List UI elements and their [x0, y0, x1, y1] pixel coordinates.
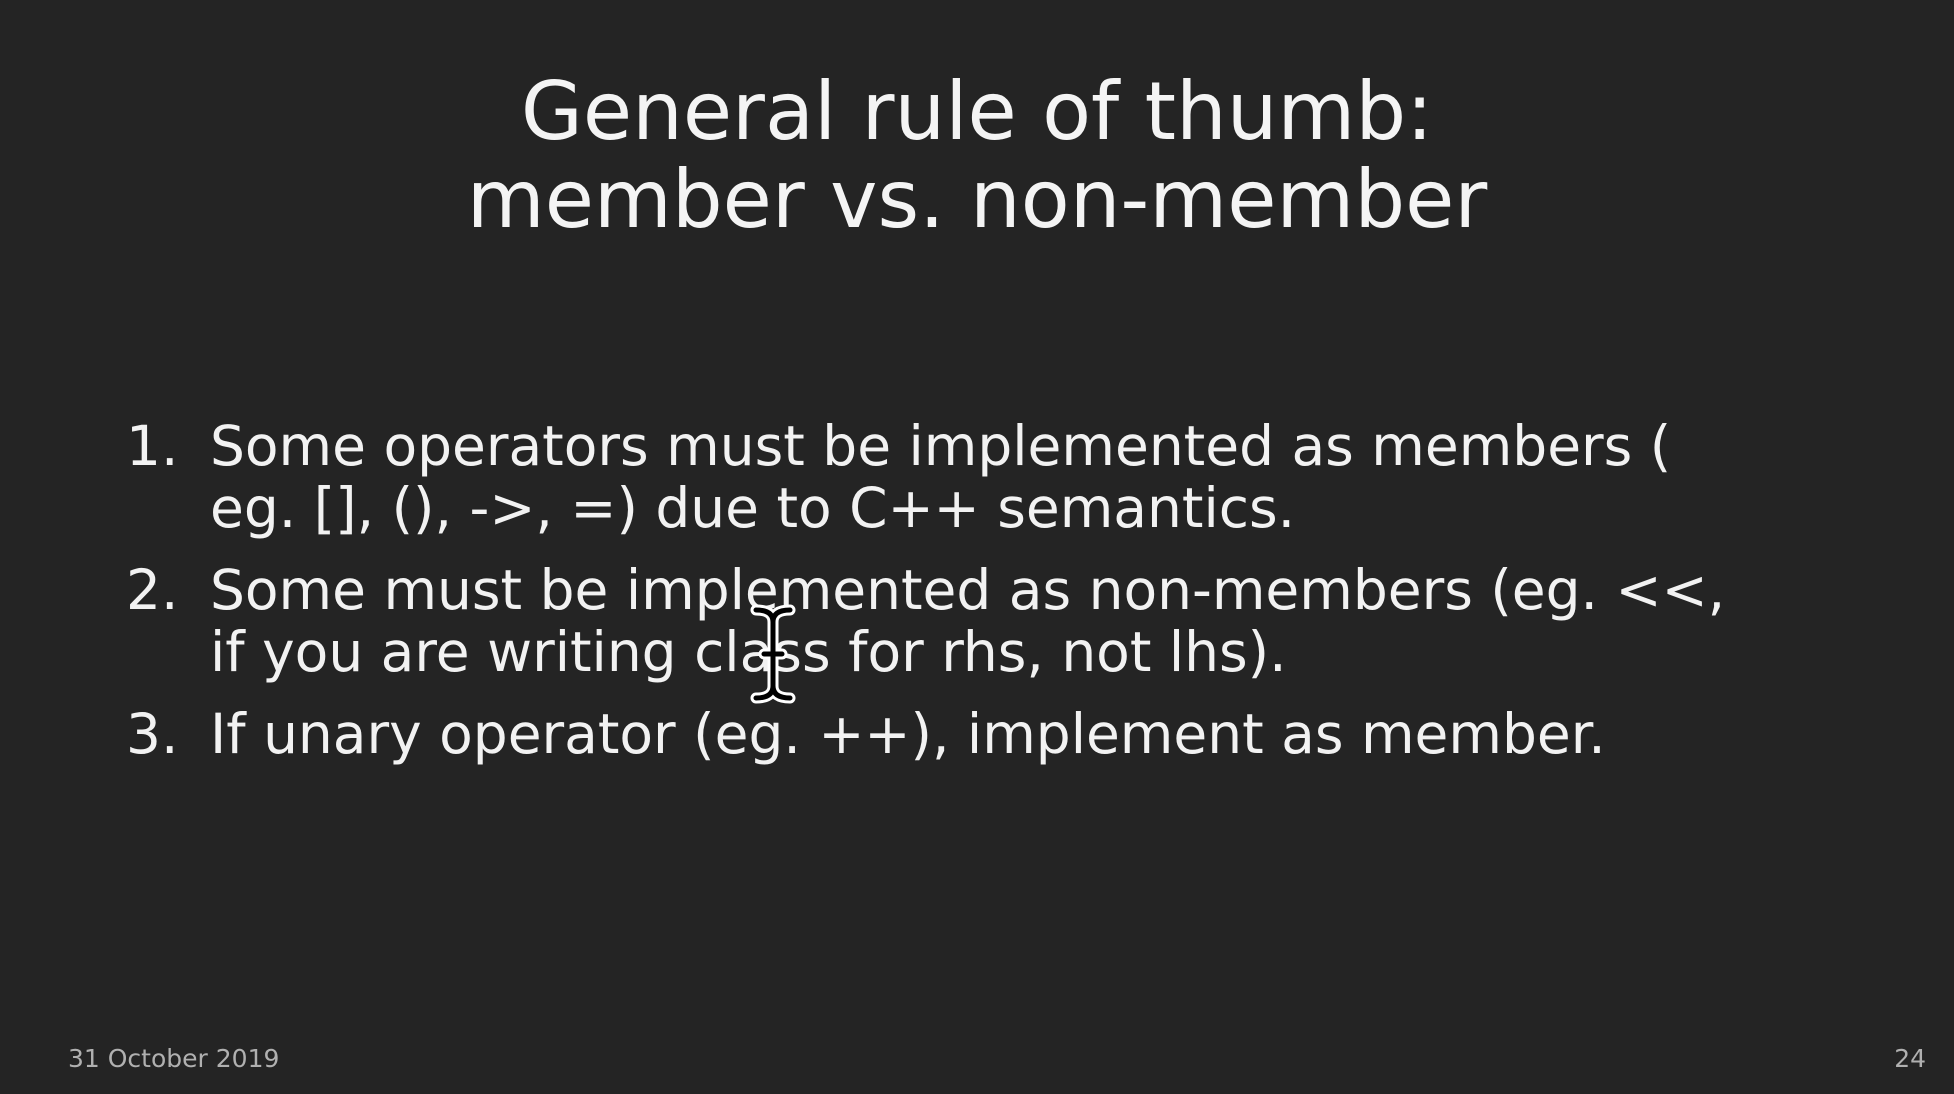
list-item: 2. Some must be implemented as non-membe…: [126, 559, 1826, 683]
slide: General rule of thumb: member vs. non-me…: [0, 0, 1954, 1094]
list-item-number: 3.: [126, 702, 179, 766]
text-cursor-icon: [750, 604, 796, 704]
list-item: 1. Some operators must be implemented as…: [126, 415, 1826, 539]
list-item-number: 1.: [126, 414, 179, 478]
list-item-text-line1: If unary operator (eg. ++), implement as…: [210, 702, 1606, 766]
list-item: 3. If unary operator (eg. ++), implement…: [126, 703, 1826, 765]
slide-title-line1: General rule of thumb:: [520, 65, 1434, 158]
list-item-number: 2.: [126, 558, 179, 622]
list-item-text-line1: Some must be implemented as non-members …: [210, 558, 1726, 622]
page-number: 24: [1894, 1044, 1926, 1073]
footer-date: 31 October 2019: [68, 1044, 280, 1073]
list-item-text-line2: if you are writing class for rhs, not lh…: [210, 620, 1287, 684]
slide-title-line2: member vs. non-member: [466, 153, 1488, 246]
slide-title: General rule of thumb: member vs. non-me…: [0, 68, 1954, 244]
list-item-text-line2: eg. [], (), ->, =) due to C++ semantics.: [210, 476, 1296, 540]
rules-list: 1. Some operators must be implemented as…: [126, 415, 1826, 785]
list-item-text-line1: Some operators must be implemented as me…: [210, 414, 1672, 478]
